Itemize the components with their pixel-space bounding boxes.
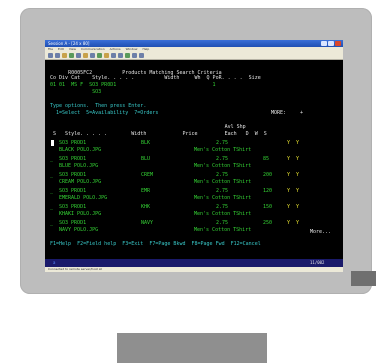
- terminal-screen[interactable]: R0005FC2 Products Matching Search Criter…: [45, 61, 343, 259]
- window-titlebar: Session A - [24 x 80]: [45, 40, 343, 47]
- row-flags: Y Y: [287, 188, 300, 194]
- row-each: 250: [263, 220, 273, 226]
- cursor-position: 11/002: [310, 260, 325, 265]
- instructions-line-2: 1=Select 5=Availability 7=Orders: [50, 110, 159, 116]
- row-width: NAVY: [141, 220, 154, 226]
- play-icon[interactable]: [125, 53, 130, 58]
- header-fields: Co Div Cat Style. . . . . Width Wh Q PoR…: [50, 75, 261, 81]
- row-flags: Y Y: [287, 172, 300, 178]
- map-icon[interactable]: [111, 53, 116, 58]
- window-status-bar: Connected to remote server/host at: [45, 267, 343, 272]
- function-keys: F1=Help F2=Field help F3=Exit F7=Page Bk…: [50, 241, 261, 247]
- row-width: CREM: [141, 172, 154, 178]
- monitor-stand: [117, 333, 267, 363]
- record-icon[interactable]: [118, 53, 123, 58]
- new-icon[interactable]: [48, 53, 53, 58]
- header-values[interactable]: 01 01 MS F SO3 PR0D1 1: [50, 82, 216, 89]
- emulator-status-bar: a 11/002: [45, 259, 343, 267]
- open-icon[interactable]: [55, 53, 60, 58]
- row-desc: Men's Cotton TShirt: [194, 179, 252, 185]
- row-desc: Men's Cotton TShirt: [194, 163, 252, 169]
- row-style: SO3 PROD1: [59, 172, 87, 178]
- row-price: 2.75: [216, 220, 229, 226]
- toolbar: [45, 52, 343, 60]
- row-select-field[interactable]: _: [50, 172, 53, 179]
- monitor-power-button: [351, 271, 376, 286]
- row-style: SO3 PROD1: [59, 220, 87, 226]
- row-each: 200: [263, 172, 273, 178]
- settings-icon[interactable]: [132, 53, 137, 58]
- header-values-2: SO3: [50, 89, 102, 95]
- cursor: [51, 140, 54, 146]
- row-style: SO3 PROD1: [59, 156, 87, 162]
- row-desc: Men's Cotton TShirt: [194, 211, 252, 217]
- more-label: MORE:: [271, 110, 287, 116]
- close-icon[interactable]: [335, 41, 341, 46]
- window-controls: [321, 41, 341, 46]
- row-image: KHAKI POLO.JPG: [59, 211, 102, 217]
- row-width: KHK: [141, 204, 151, 210]
- column-header-1: Avl Shp: [50, 124, 246, 130]
- more-indicator: More...: [310, 229, 332, 235]
- copy-icon[interactable]: [69, 53, 74, 58]
- row-width: EMR: [141, 188, 151, 194]
- row-desc: Men's Cotton TShirt: [194, 147, 252, 153]
- maximize-icon[interactable]: [328, 41, 334, 46]
- row-image: BLACK POLO.JPG: [59, 147, 102, 153]
- print-icon[interactable]: [62, 53, 67, 58]
- row-each: 85: [263, 156, 270, 162]
- paste-icon[interactable]: [76, 53, 81, 58]
- minimize-icon[interactable]: [321, 41, 327, 46]
- row-select-field[interactable]: _: [50, 220, 53, 227]
- row-price: 2.75: [216, 188, 229, 194]
- row-image: NAVY POLO.JPG: [59, 227, 99, 233]
- row-select-field[interactable]: _: [50, 188, 53, 195]
- row-desc: Men's Cotton TShirt: [194, 195, 252, 201]
- row-style: SO3 PROD1: [59, 188, 87, 194]
- row-each: 120: [263, 188, 273, 194]
- status-left: a: [53, 260, 56, 265]
- send-icon[interactable]: [83, 53, 88, 58]
- row-flags: Y Y: [287, 156, 300, 162]
- row-flags: Y Y: [287, 220, 300, 226]
- window-title: Session A - [24 x 80]: [48, 41, 90, 46]
- color-icon[interactable]: [104, 53, 109, 58]
- row-width: BLU: [141, 156, 151, 162]
- row-desc: Men's Cotton TShirt: [194, 227, 252, 233]
- row-price: 2.75: [216, 156, 229, 162]
- row-flags: Y Y: [287, 140, 300, 146]
- row-select-field[interactable]: _: [50, 204, 53, 211]
- row-select-field[interactable]: _: [50, 156, 53, 163]
- row-each: 150: [263, 204, 273, 210]
- instructions-line-1: Type options. Then press Enter.: [50, 103, 147, 109]
- column-header-2: S Style. . . . . Width Price Each D W S: [50, 131, 267, 137]
- row-width: BLK: [141, 140, 151, 146]
- help-icon[interactable]: [139, 53, 144, 58]
- display-icon[interactable]: [97, 53, 102, 58]
- row-image: BLUE POLO.JPG: [59, 163, 99, 169]
- row-image: EMERALD POLO.JPG: [59, 195, 108, 201]
- row-flags: Y Y: [287, 204, 300, 210]
- row-price: 2.75: [216, 140, 229, 146]
- more-value: +: [300, 110, 304, 116]
- receive-icon[interactable]: [90, 53, 95, 58]
- row-price: 2.75: [216, 172, 229, 178]
- row-image: CREAM POLO.JPG: [59, 179, 102, 185]
- row-style: SO3 PROD1: [59, 140, 87, 146]
- row-price: 2.75: [216, 204, 229, 210]
- monitor-screen: Session A - [24 x 80] File Edit View Com…: [45, 40, 343, 272]
- row-style: SO3 PROD1: [59, 204, 87, 210]
